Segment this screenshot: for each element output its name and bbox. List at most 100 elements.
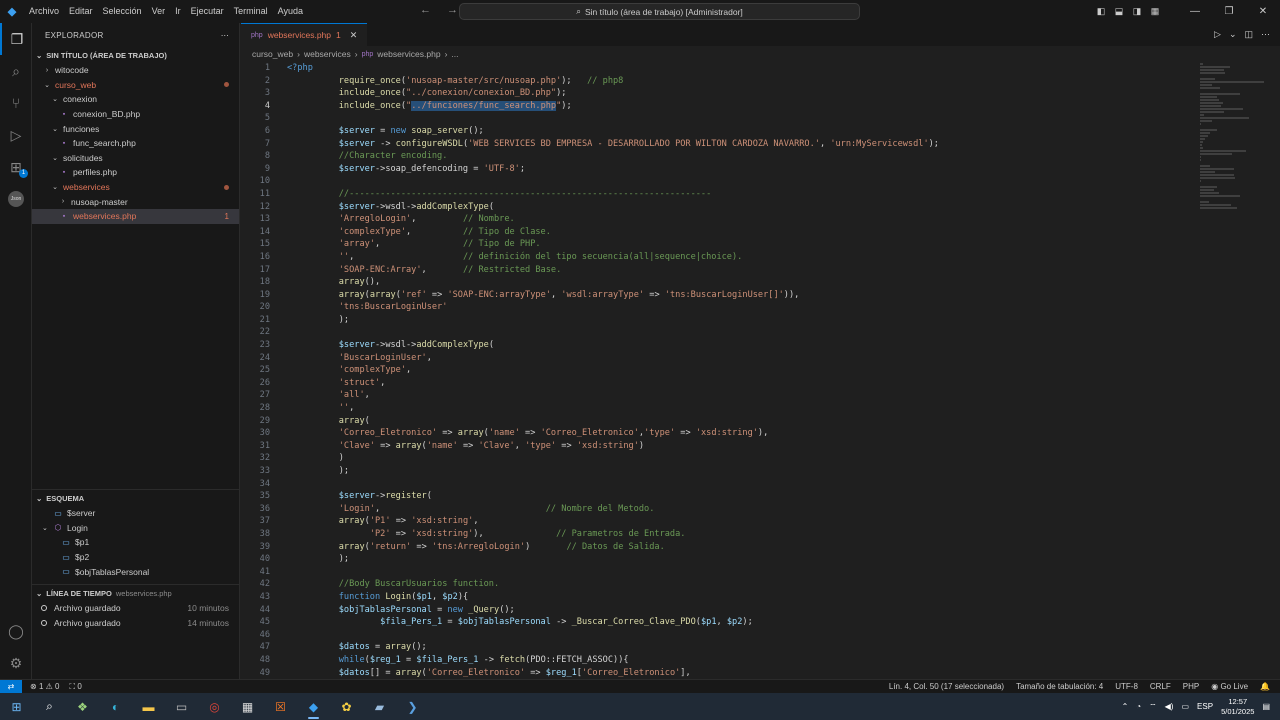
toggle-secondary-sidebar-icon[interactable]: ◨ (1128, 6, 1146, 17)
tree-file[interactable]: ▪ conexion_BD.php (32, 107, 239, 122)
windows-search-icon[interactable]: ⌕ (33, 693, 66, 720)
chevron-up-icon[interactable]: ⌃ (1122, 702, 1129, 711)
tab-webservices-php[interactable]: php webservices.php 1 ✕ (241, 23, 368, 46)
end-of-line[interactable]: CRLF (1150, 682, 1171, 691)
code-line[interactable]: 34 (241, 478, 1191, 491)
code-line[interactable]: 37 array('P1' => 'xsd:string', (241, 515, 1191, 528)
code-line[interactable]: 33 ); (241, 465, 1191, 478)
code-line[interactable]: 16 '', // definición del tipo secuencia(… (241, 251, 1191, 264)
json-extension-icon[interactable]: Json (0, 183, 32, 215)
outline-section-header[interactable]: ⌄ ESQUEMA (32, 490, 239, 506)
tree-file[interactable]: ▪ func_search.php (32, 136, 239, 151)
code-line[interactable]: 4 include_once("../funciones/func_search… (241, 100, 1191, 113)
menu-ver[interactable]: Ver (147, 0, 171, 23)
minimap[interactable] (1196, 62, 1276, 209)
code-line[interactable]: 39 array('return' => 'tns:ArregloLogin')… (241, 541, 1191, 554)
workspace-section-header[interactable]: ⌄ SIN TÍTULO (ÁREA DE TRABAJO) (32, 47, 239, 63)
breadcrumb-item[interactable]: curso_web (252, 49, 293, 59)
code-line[interactable]: 25 'complexType', (241, 364, 1191, 377)
code-line[interactable]: 24 'BuscarLoginUser', (241, 352, 1191, 365)
code-line[interactable]: 12 $server->wsdl->addComplexType( (241, 201, 1191, 214)
outline-item[interactable]: ▭ $objTablasPersonal (32, 564, 239, 579)
more-actions-icon[interactable]: ⋯ (221, 31, 229, 40)
more-actions-icon[interactable]: ⋯ (1261, 29, 1270, 40)
task-view-icon[interactable]: ❖ (66, 693, 99, 720)
close-icon[interactable]: ✕ (1246, 6, 1280, 17)
code-line[interactable]: 20 'tns:BuscarLoginUser' (241, 301, 1191, 314)
notes-app-icon[interactable]: ▰ (363, 693, 396, 720)
code-line[interactable]: 30 'Correo_Eletronico' => array('name' =… (241, 427, 1191, 440)
code-line[interactable]: 17 'SOAP-ENC:Array', // Restricted Base. (241, 264, 1191, 277)
ports-indicator[interactable]: ⛶ 0 (69, 682, 81, 692)
close-tab-icon[interactable]: ✕ (350, 30, 358, 41)
code-line[interactable]: 26 'struct', (241, 377, 1191, 390)
breadcrumb-item[interactable]: webservices (304, 49, 351, 59)
code-line[interactable]: 9 $server->soap_defencoding = 'UTF-8'; (241, 163, 1191, 176)
command-center-search[interactable]: ⌕ Sin título (área de trabajo) [Administ… (459, 3, 860, 20)
tree-file[interactable]: ▪ webservices.php 1 (32, 208, 239, 224)
back-arrow-icon[interactable]: ← (420, 4, 431, 16)
code-line[interactable]: 3 include_once("../conexion/conexion_BD.… (241, 87, 1191, 100)
code-line[interactable]: 10 (241, 175, 1191, 188)
tree-folder[interactable]: ⌄ solicitudes (32, 151, 239, 166)
outline-item[interactable]: ▭$fila_Pers_1 (32, 579, 239, 582)
code-line[interactable]: 35 $server->register( (241, 490, 1191, 503)
code-line[interactable]: 14 'complexType', // Tipo de Clase. (241, 226, 1191, 239)
remote-indicator-icon[interactable]: ⇄ (0, 679, 22, 694)
toggle-primary-sidebar-icon[interactable]: ◧ (1092, 6, 1110, 17)
notification-center-icon[interactable]: ▤ (1262, 702, 1270, 711)
source-control-icon[interactable]: ⑂ (0, 87, 32, 119)
file-explorer-icon[interactable]: ▬ (132, 693, 165, 720)
run-icon[interactable]: ▷ (1214, 29, 1221, 40)
code-line[interactable]: 1 <?php (241, 62, 1191, 75)
code-line[interactable]: 5 (241, 112, 1191, 125)
encoding[interactable]: UTF-8 (1115, 682, 1138, 691)
outline-item[interactable]: ▭ $p2 (32, 550, 239, 565)
code-line[interactable]: 15 'array', // Tipo de PHP. (241, 238, 1191, 251)
menu-ayuda[interactable]: Ayuda (273, 0, 308, 23)
code-line[interactable]: 21 ); (241, 314, 1191, 327)
problems-indicator[interactable]: ⊗ 1 ⚠ 0 (30, 682, 59, 692)
customize-layout-icon[interactable]: ▦ (1146, 6, 1164, 17)
battery-icon[interactable]: ▭ (1181, 702, 1189, 711)
code-line[interactable]: 23 $server->wsdl->addComplexType( (241, 339, 1191, 352)
tree-folder[interactable]: › witocode (32, 63, 239, 78)
cursor-position[interactable]: Lín. 4, Col. 50 (17 seleccionada) (889, 682, 1004, 691)
code-line[interactable]: 7 $server -> configureWSDL('WEB SERVICES… (241, 138, 1191, 151)
go-live-button[interactable]: ◉ Go Live (1211, 682, 1248, 691)
timeline-item[interactable]: Archivo guardado 10 minutos (32, 601, 239, 616)
code-line[interactable]: 48 while($reg_1 = $fila_Pers_1 -> fetch(… (241, 654, 1191, 667)
run-debug-icon[interactable]: ▷ (0, 119, 32, 151)
calculator-icon[interactable]: ▦ (231, 693, 264, 720)
code-line[interactable]: 32 ) (241, 452, 1191, 465)
tree-folder[interactable]: ⌄ funciones (32, 121, 239, 136)
menu-terminal[interactable]: Terminal (229, 0, 273, 23)
code-line[interactable]: 27 'all', (241, 389, 1191, 402)
wifi-icon[interactable]: ⌔ (1149, 702, 1157, 712)
code-line[interactable]: 13 'ArregloLogin', // Nombre. (241, 213, 1191, 226)
language-mode[interactable]: PHP (1183, 682, 1199, 691)
explorer-icon[interactable]: ❐ (0, 23, 32, 55)
extensions-icon[interactable]: ⊞ 1 (0, 151, 32, 183)
menu-ir[interactable]: Ir (170, 0, 186, 23)
chrome-browser-icon[interactable]: ◎ (198, 693, 231, 720)
timeline-item[interactable]: Archivo guardado 14 minutos (32, 616, 239, 631)
timeline-section-header[interactable]: ⌄ LÍNEA DE TIEMPO webservices.php (32, 585, 239, 601)
code-line[interactable]: 45 $fila_Pers_1 = $objTablasPersonal -> … (241, 616, 1191, 629)
menu-ejecutar[interactable]: Ejecutar (186, 0, 229, 23)
powershell-icon[interactable]: ❯ (396, 693, 429, 720)
split-editor-icon[interactable]: ◫ (1244, 29, 1253, 40)
clock[interactable]: 12:57 5/01/2025 (1221, 697, 1254, 717)
edge-browser-icon[interactable]: ◐ (99, 693, 132, 720)
tree-folder[interactable]: › nusoap-master (32, 194, 239, 209)
breadcrumb-item[interactable]: webservices.php (377, 49, 440, 59)
code-line[interactable]: 41 (241, 566, 1191, 579)
code-line[interactable]: 11 //-----------------------------------… (241, 188, 1191, 201)
code-line[interactable]: 42 //Body BuscarUsuarios function. (241, 578, 1191, 591)
code-line[interactable]: 44 $objTablasPersonal = new _Query(); (241, 604, 1191, 617)
breadcrumb-item[interactable]: ... (451, 49, 458, 59)
code-line[interactable]: 36 'Login', // Nombre del Metodo. (241, 503, 1191, 516)
code-line[interactable]: 47 $datos = array(); (241, 641, 1191, 654)
outline-item[interactable]: ▭ $p1 (32, 535, 239, 550)
minimize-icon[interactable]: — (1178, 6, 1212, 17)
